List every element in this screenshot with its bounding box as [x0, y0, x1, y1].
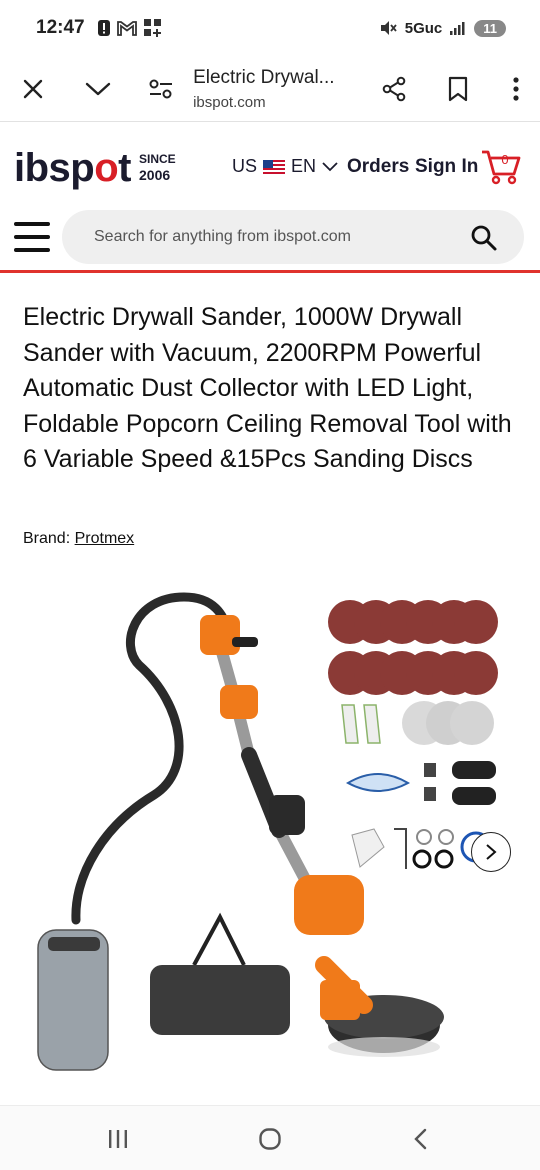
- logo-wordmark: ibspot: [14, 146, 131, 190]
- alert-icon: [97, 20, 110, 36]
- mute-icon: [380, 21, 397, 35]
- home-button[interactable]: [253, 1122, 287, 1156]
- brand-link[interactable]: Protmex: [75, 530, 135, 547]
- back-icon: [414, 1128, 427, 1150]
- status-bar: 12:47 5Guc 11: [0, 0, 540, 56]
- battery-indicator: 11: [474, 19, 506, 37]
- home-icon: [259, 1128, 281, 1150]
- status-time: 12:47: [36, 17, 85, 38]
- signal-icon: [450, 22, 465, 35]
- gmail-icon: [116, 21, 137, 36]
- bookmark-button[interactable]: [435, 65, 483, 113]
- product-title: Electric Drywall Sander, 1000W Drywall S…: [23, 303, 512, 473]
- system-nav-bar: [0, 1105, 540, 1170]
- close-tab-button[interactable]: [9, 65, 57, 113]
- browser-toolbar: Electric Drywal... ibspot.com: [0, 56, 540, 122]
- share-button[interactable]: [370, 65, 418, 113]
- brand-row: Brand: Protmex: [23, 530, 134, 548]
- close-icon: [23, 79, 43, 98]
- since-label: SINCE: [139, 151, 176, 166]
- back-button[interactable]: [404, 1122, 438, 1156]
- country-code: US: [232, 156, 258, 176]
- chevron-down-icon: [85, 82, 110, 95]
- sign-in-link[interactable]: Sign In: [415, 156, 478, 178]
- page-title: Electric Drywal...: [193, 66, 335, 88]
- locale-selector[interactable]: US EN: [232, 156, 338, 177]
- search-icon[interactable]: [470, 224, 498, 252]
- more-icon: [513, 76, 519, 101]
- us-flag-icon: [263, 159, 286, 174]
- recent-apps-icon: [109, 1130, 127, 1148]
- chevron-right-icon: [486, 844, 497, 860]
- page-info[interactable]: Electric Drywal... ibspot.com: [193, 67, 360, 111]
- minimize-button[interactable]: [74, 65, 122, 113]
- tune-icon: [149, 79, 173, 98]
- header-divider: [0, 270, 540, 273]
- image-next-button[interactable]: [471, 832, 511, 872]
- hamburger-menu-icon[interactable]: [14, 222, 50, 252]
- page-url: ibspot.com: [193, 93, 266, 111]
- bookmark-icon: [449, 76, 468, 101]
- ibspot-logo[interactable]: ibspot SINCE 2006: [14, 148, 176, 188]
- recent-apps-button[interactable]: [101, 1122, 135, 1156]
- search-input[interactable]: [94, 228, 454, 246]
- more-options-button[interactable]: [492, 65, 540, 113]
- product-image[interactable]: [24, 585, 516, 1085]
- brand-label: Brand:: [23, 530, 75, 547]
- apps-icon: [143, 19, 161, 37]
- since-badge: SINCE 2006: [139, 152, 176, 185]
- chevron-down-icon: [322, 161, 338, 171]
- since-year: 2006: [139, 166, 171, 183]
- network-label: 5Guc: [404, 19, 443, 37]
- language-code: EN: [291, 156, 317, 176]
- search-row: [0, 208, 540, 266]
- cart-icon[interactable]: 0: [480, 146, 522, 186]
- site-header: ibspot SINCE 2006 US EN Orders Sign In 0: [0, 138, 540, 198]
- cart-count: 0: [501, 152, 508, 167]
- orders-link[interactable]: Orders: [347, 156, 409, 178]
- share-icon: [382, 76, 406, 101]
- site-settings-button[interactable]: [137, 65, 185, 113]
- search-box: [62, 210, 524, 264]
